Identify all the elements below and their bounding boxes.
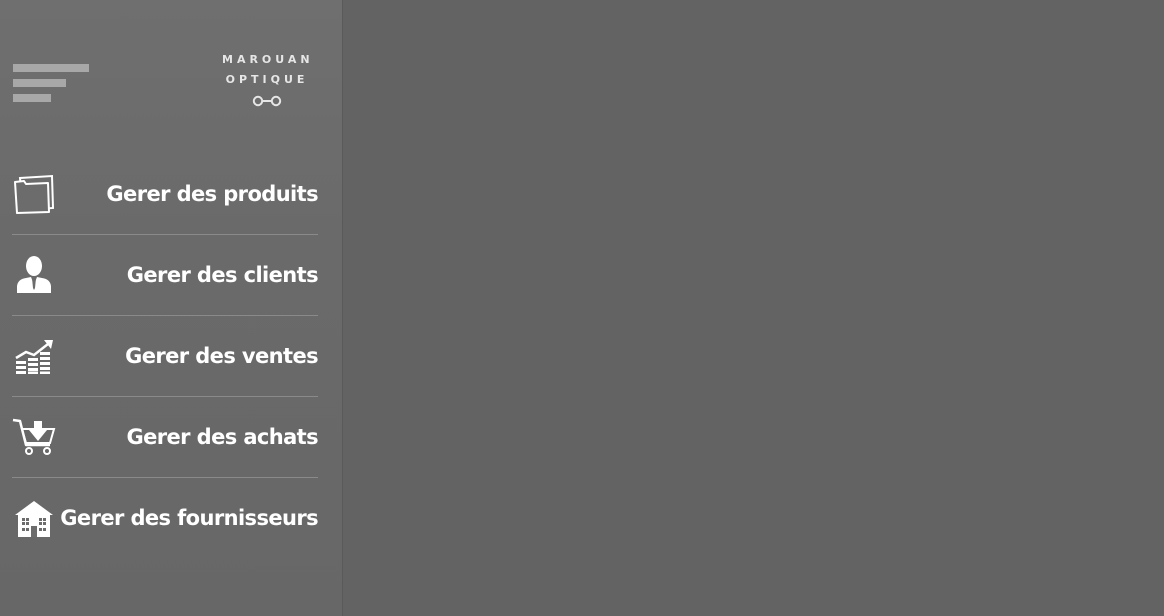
building-icon (15, 501, 53, 537)
sidebar-item-clients[interactable]: Gerer des clients (12, 235, 319, 316)
brand-line2: OPTIQUE (225, 73, 309, 86)
glasses-icon (252, 95, 282, 107)
main-content-area (343, 0, 1164, 616)
sales-chart-icon (15, 340, 53, 374)
menu-bar-middle (13, 79, 66, 87)
menu-bar-top (13, 64, 89, 72)
sidebar-item-ventes[interactable]: Gerer des ventes (12, 316, 319, 397)
sidebar-item-produits[interactable]: Gerer des produits (12, 153, 319, 235)
sidebar-item-label: Gerer des achats (126, 425, 318, 449)
brand-line1: MAROUAN (222, 53, 314, 66)
shopping-cart-icon (12, 418, 56, 455)
folder-icon (14, 174, 55, 214)
menu-bar-bottom (13, 94, 51, 102)
sidebar: MAROUAN OPTIQUE Gerer des produits Gerer… (0, 0, 343, 616)
hamburger-menu-icon[interactable] (13, 64, 93, 104)
sidebar-item-label: Gerer des produits (106, 181, 318, 206)
app-window: MAROUAN OPTIQUE Gerer des produits Gerer… (0, 0, 1164, 616)
person-icon (17, 256, 51, 293)
sidebar-item-label: Gerer des ventes (125, 344, 319, 368)
sidebar-item-label: Gerer des fournisseurs (60, 506, 318, 530)
sidebar-nav: Gerer des produits Gerer des clients Ger… (12, 153, 319, 558)
sidebar-item-label: Gerer des clients (126, 263, 319, 287)
sidebar-item-achats[interactable]: Gerer des achats (12, 397, 319, 478)
brand-logo: MAROUAN OPTIQUE (222, 52, 312, 108)
sidebar-item-fournisseurs[interactable]: Gerer des fournisseurs (12, 478, 319, 558)
